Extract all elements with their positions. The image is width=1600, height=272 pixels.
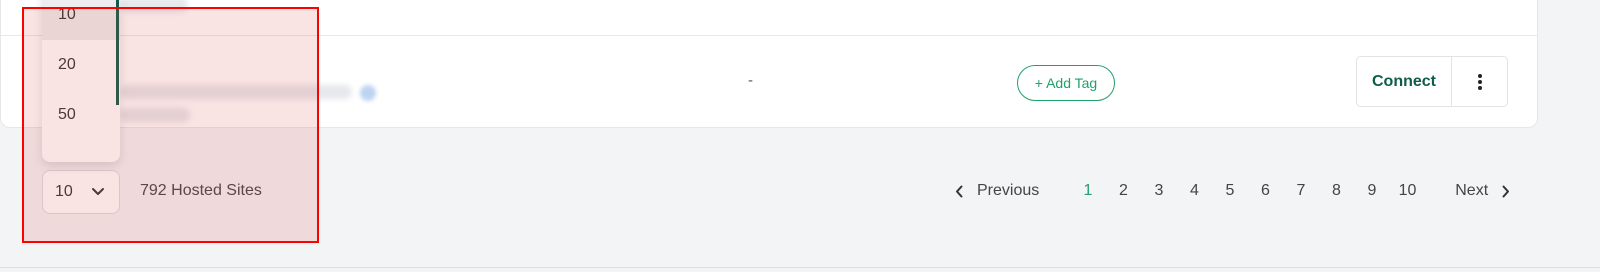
previous-page-button[interactable]: Previous <box>955 182 1039 200</box>
page-7[interactable]: 7 <box>1283 182 1319 200</box>
page-10[interactable]: 10 <box>1390 182 1426 200</box>
page-1[interactable]: 1 <box>1070 182 1106 200</box>
kebab-menu-icon <box>1477 73 1482 90</box>
add-tag-button[interactable]: + Add Tag <box>1017 65 1115 101</box>
page-5[interactable]: 5 <box>1212 182 1248 200</box>
next-page-button[interactable]: Next <box>1455 182 1510 200</box>
connect-button[interactable]: Connect <box>1357 57 1452 106</box>
page-bottom-border <box>0 267 1600 268</box>
chevron-left-icon <box>956 185 963 197</box>
pagination: Previous 1 2 3 4 5 6 7 8 9 10 Next <box>955 178 1510 204</box>
previous-label: Previous <box>977 182 1040 199</box>
row-actions: Connect <box>1356 56 1508 107</box>
page-6[interactable]: 6 <box>1248 182 1284 200</box>
highlight-box <box>22 7 319 243</box>
chevron-right-icon <box>1502 185 1510 197</box>
page-2[interactable]: 2 <box>1106 182 1142 200</box>
row-empty-value: - <box>748 72 753 89</box>
more-options-button[interactable] <box>1452 57 1507 106</box>
info-icon <box>360 85 376 101</box>
page-4[interactable]: 4 <box>1177 182 1213 200</box>
page-8[interactable]: 8 <box>1319 182 1355 200</box>
next-label: Next <box>1455 182 1489 199</box>
page-9[interactable]: 9 <box>1354 182 1390 200</box>
page-3[interactable]: 3 <box>1141 182 1177 200</box>
